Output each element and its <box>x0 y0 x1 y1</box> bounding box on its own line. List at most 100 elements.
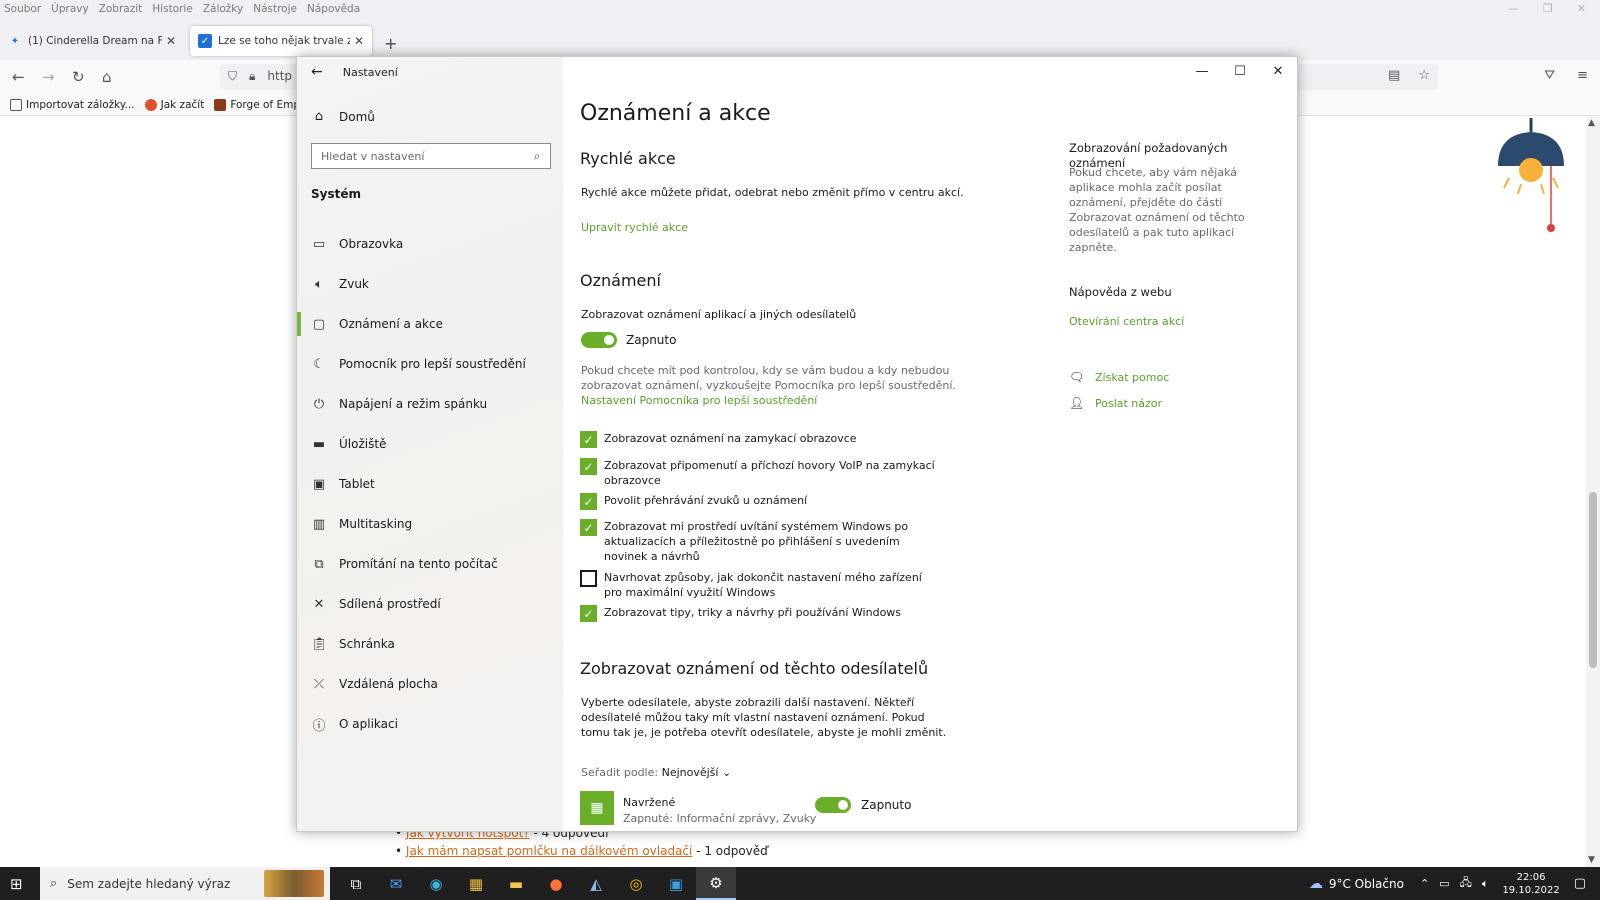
menu-bookmarks[interactable]: Záložky <box>203 3 243 15</box>
volume-icon[interactable]: 🔈︎ <box>1482 877 1489 891</box>
checkbox-suggest-setup[interactable]: Navrhovat způsoby, jak dokončit nastaven… <box>580 570 940 600</box>
sidebar-item-storage[interactable]: ▬ Úložiště <box>297 424 563 464</box>
display-icon[interactable]: ▭ <box>1439 877 1449 890</box>
sidebar-item-sound[interactable]: 🔈︎ Zvuk <box>297 264 563 304</box>
back-arrow-icon[interactable]: ← <box>311 64 323 80</box>
sidebar-item-notifications[interactable]: ▢ Oznámení a akce <box>297 304 563 344</box>
sidebar-item-clipboard[interactable]: 📋︎ Schránka <box>297 624 563 664</box>
bookmark-import[interactable]: Importovat záložky... <box>10 98 135 111</box>
hamburger-menu-icon[interactable]: ≡ <box>1577 68 1588 83</box>
lock-icon[interactable]: 🔒︎ <box>249 69 255 84</box>
scroll-down-icon[interactable]: ▼ <box>1588 855 1595 865</box>
checkbox-tips[interactable]: ✓ Zobrazovat tipy, triky a návrhy při po… <box>580 605 940 622</box>
checkbox-unchecked-icon[interactable] <box>580 570 597 587</box>
mail-icon[interactable]: ✉ <box>376 867 416 900</box>
shield-icon[interactable]: ⛉ <box>228 69 237 84</box>
checkbox-sounds[interactable]: ✓ Povolit přehrávání zvuků u oznámení <box>580 493 940 510</box>
windows-start-icon[interactable]: ⊞ <box>10 875 23 893</box>
tab-close-icon[interactable]: ✕ <box>354 34 364 48</box>
back-arrow-icon[interactable]: ← <box>12 68 25 86</box>
sidebar-item-power[interactable]: ⏻ Napájení a režim spánku <box>297 384 563 424</box>
store-icon[interactable]: ▦ <box>456 867 496 900</box>
action-center-icon[interactable]: ▢ <box>1574 876 1586 891</box>
checkbox-checked-icon[interactable]: ✓ <box>580 519 597 536</box>
checkbox-checked-icon[interactable]: ✓ <box>580 431 597 448</box>
reader-view-icon[interactable]: ▤ <box>1388 68 1400 83</box>
notifications-toggle[interactable] <box>581 332 617 348</box>
bookmark-start[interactable]: Jak začít <box>144 98 204 111</box>
checkbox-checked-icon[interactable]: ✓ <box>580 458 597 475</box>
page-title: Oznámení a akce <box>580 101 771 126</box>
page-scrollbar[interactable]: ▲ ▼ <box>1586 116 1600 867</box>
file-explorer-icon[interactable]: ▬ <box>496 867 536 900</box>
power-icon: ⏻ <box>313 396 325 412</box>
menu-help[interactable]: Nápověda <box>307 3 360 15</box>
forward-arrow-icon[interactable]: → <box>42 68 55 86</box>
focus-assist-settings-link[interactable]: Nastavení Pomocníka pro lepší soustředěn… <box>581 394 817 407</box>
checkbox-lock-screen[interactable]: ✓ Zobrazovat oznámení na zamykací obrazo… <box>580 431 940 448</box>
sidebar-item-focus-assist[interactable]: ☾ Pomocník pro lepší soustředění <box>297 344 563 384</box>
sidebar-item-about[interactable]: ⓘ O aplikaci <box>297 704 563 744</box>
browser-close-icon[interactable]: ✕ <box>1577 2 1586 15</box>
checkbox-voip-lock-screen[interactable]: ✓ Zobrazovat připomenutí a příchozí hovo… <box>580 458 940 488</box>
sidebar-item-projecting[interactable]: ⧉ Promítání na tento počítač <box>297 544 563 584</box>
settings-nav-list: ▭ Obrazovka 🔈︎ Zvuk ▢ Oznámení a akce ☾ Pomo… <box>297 224 563 744</box>
network-icon[interactable]: 🖧︎ <box>1460 874 1472 893</box>
sidebar-item-label: Schránka <box>339 637 395 651</box>
taskbar-search[interactable]: ⌕ Sem zadejte hledaný výraz <box>40 867 330 900</box>
sidebar-item-multitasking[interactable]: ▥ Multitasking <box>297 504 563 544</box>
sidebar-item-remote-desktop[interactable]: ⤫ Vzdálená plocha <box>297 664 563 704</box>
question-link[interactable]: Jak mám napsat pomlčku na dálkovém ovlad… <box>406 844 692 858</box>
menu-edit[interactable]: Úpravy <box>51 3 89 15</box>
url-text[interactable]: http <box>267 69 292 84</box>
forge-of-empires-icon <box>214 98 227 111</box>
browser-tab-facebook[interactable]: ✦ (1) Cinderella Dream na Facebo ✕ <box>0 26 184 56</box>
clock[interactable]: 22:06 19.10.2022 <box>1502 871 1559 897</box>
task-view-icon[interactable]: ⧉ <box>336 867 376 900</box>
scrollbar-thumb[interactable] <box>1589 492 1597 668</box>
sidebar-item-display[interactable]: ▭ Obrazovka <box>297 224 563 264</box>
browser-tab-question[interactable]: ✓ Lze se toho nějak trvale zbavit? ✕ <box>190 26 372 56</box>
settings-main: Oznámení a akce Rychlé akce Rychlé akce … <box>563 57 1297 831</box>
get-help-link[interactable]: Získat pomoc <box>1095 371 1169 384</box>
menu-view[interactable]: Zobrazit <box>99 3 143 15</box>
sidebar-item-tablet[interactable]: ▣ Tablet <box>297 464 563 504</box>
open-action-center-link[interactable]: Otevírání centra akcí <box>1069 315 1184 328</box>
sender-name[interactable]: Navržené <box>623 795 675 810</box>
weather-widget[interactable]: ☁ 9°C Oblačno <box>1309 876 1404 892</box>
reload-icon[interactable]: ↻ <box>72 68 85 86</box>
chrome-icon[interactable]: ◎ <box>616 867 656 900</box>
browser-minimize-icon[interactable]: — <box>1508 2 1519 15</box>
settings-gear-icon[interactable]: ⚙ <box>696 867 736 900</box>
checkbox-checked-icon[interactable]: ✓ <box>580 493 597 510</box>
menu-tools[interactable]: Nástroje <box>253 3 297 15</box>
app-icon[interactable]: ◭ <box>576 867 616 900</box>
edit-quick-actions-link[interactable]: Upravit rychlé akce <box>581 221 688 234</box>
menu-file[interactable]: Soubor <box>4 3 41 15</box>
suggested-sender-icon[interactable]: ▦ <box>580 791 614 825</box>
menu-history[interactable]: Historie <box>152 3 193 15</box>
sidebar-item-shared[interactable]: ✕ Sdílená prostředí <box>297 584 563 624</box>
home-icon[interactable]: ⌂ <box>102 68 112 86</box>
tab-close-icon[interactable]: ✕ <box>166 34 176 48</box>
search-input[interactable] <box>321 149 524 163</box>
browser-window-controls: — ❐ ✕ <box>1508 2 1586 15</box>
scroll-up-icon[interactable]: ▲ <box>1588 118 1595 128</box>
sidebar-item-label: Multitasking <box>339 517 413 531</box>
sender-toggle[interactable] <box>815 797 851 813</box>
firefox-icon[interactable]: ● <box>536 867 576 900</box>
sidebar-item-label: Vzdálená plocha <box>339 677 438 691</box>
checkbox-welcome-experience[interactable]: ✓ Zobrazovat mi prostředí uvítání systém… <box>580 519 940 564</box>
photos-icon[interactable]: ▣ <box>656 867 696 900</box>
search-icon[interactable]: ⌕ <box>524 149 550 164</box>
chevron-up-icon[interactable]: ⌃ <box>1420 877 1429 890</box>
home-nav-item[interactable]: ⌂ Domů <box>311 109 375 124</box>
feedback-link[interactable]: Poslat názor <box>1095 397 1162 410</box>
edge-icon[interactable]: ◉ <box>416 867 456 900</box>
checkbox-checked-icon[interactable]: ✓ <box>580 605 597 622</box>
pocket-icon[interactable]: ⛛ <box>1544 68 1555 83</box>
star-icon[interactable]: ☆ <box>1418 68 1430 83</box>
new-tab-icon[interactable]: + <box>384 34 397 53</box>
browser-restore-icon[interactable]: ❐ <box>1543 2 1553 15</box>
sort-by[interactable]: Seřadit podle: Nejnovější ⌄ <box>581 765 731 780</box>
